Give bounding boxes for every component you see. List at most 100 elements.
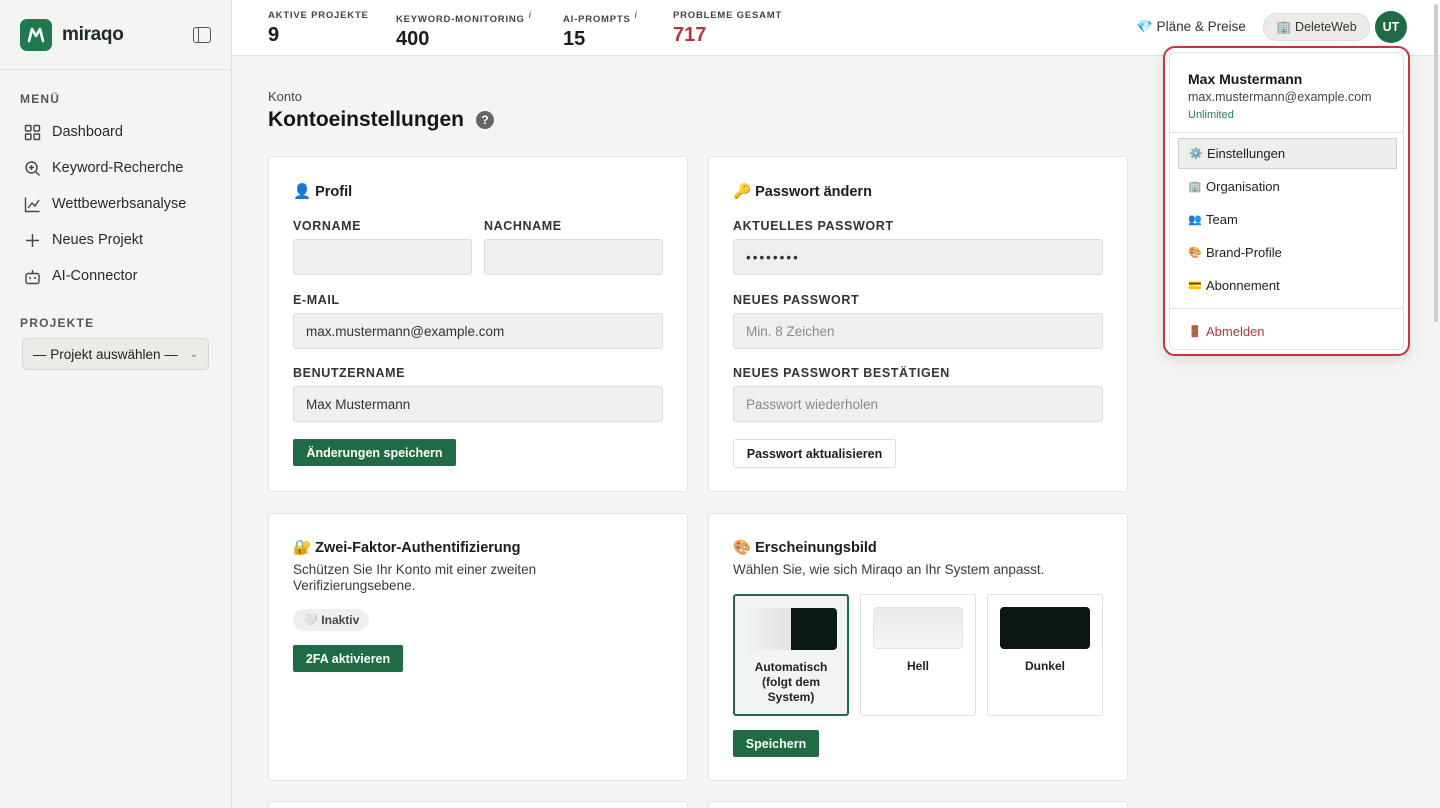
brand-name[interactable]: miraqo	[62, 24, 124, 46]
menu-item-brand-profile[interactable]: 🎨 Brand-Profile	[1178, 237, 1397, 268]
appearance-card: 🎨 Erscheinungsbild Wählen Sie, wie sich …	[708, 513, 1128, 781]
menu-item-label: Organisation	[1206, 179, 1280, 194]
theme-option-light[interactable]: Hell	[860, 594, 976, 716]
theme-option-label: Automatisch (folgt dem System)	[754, 660, 828, 704]
door-icon: 🚪	[1188, 326, 1202, 338]
building-icon: 🏢	[1188, 181, 1202, 193]
sidebar: miraqo MENÜ Dashboard Keyword-Recherche …	[0, 0, 232, 808]
firstname-field[interactable]	[293, 239, 472, 275]
theme-option-label: Hell	[906, 659, 929, 673]
appearance-card-title: 🎨 Erscheinungsbild	[733, 540, 877, 556]
current-password-label: AKTUELLES PASSWORT	[733, 219, 894, 233]
project-select[interactable]: — Projekt auswählen — ⌄	[22, 338, 209, 370]
info-icon[interactable]: i	[529, 10, 532, 21]
stat-value: 9	[268, 24, 280, 46]
stat-ai-prompts: AI-PROMPTS i 15	[563, 10, 638, 51]
theme-light-swatch	[873, 607, 963, 649]
username-field[interactable]: Max Mustermann	[293, 386, 663, 422]
user-menu-dropdown: Max Mustermann max.mustermann@example.co…	[1163, 46, 1410, 356]
status-badge: 🤍 Inaktiv	[293, 609, 370, 631]
projects-section-label: PROJEKTE	[20, 316, 95, 330]
activate-2fa-button[interactable]: 2FA aktivieren	[293, 645, 403, 672]
menu-item-label: Einstellungen	[1207, 146, 1286, 161]
sidebar-toggle-icon[interactable]	[193, 26, 211, 43]
confirm-password-label: NEUES PASSWORT BESTÄTIGEN	[733, 366, 950, 380]
menu-item-team[interactable]: 👥 Team	[1178, 204, 1397, 235]
twofa-card-title: 🔐 Zwei-Faktor-Authentifizierung	[293, 540, 521, 556]
theme-option-dark[interactable]: Dunkel	[987, 594, 1103, 716]
menu-item-label: Abmelden	[1206, 324, 1265, 339]
sidebar-item-wettbewerbsanalyse[interactable]: Wettbewerbsanalyse	[0, 186, 231, 222]
firstname-label: VORNAME	[293, 219, 362, 233]
email-field[interactable]: max.mustermann@example.com	[293, 313, 663, 349]
sidebar-item-label: Neues Projekt	[52, 232, 144, 248]
menu-item-label: Abonnement	[1206, 278, 1280, 293]
miraqo-logo-icon[interactable]	[20, 18, 52, 51]
additional-card	[708, 801, 1128, 808]
sidebar-item-label: Wettbewerbsanalyse	[52, 196, 187, 212]
organization-switcher[interactable]: 🏢 DeleteWeb	[1263, 13, 1370, 41]
chevron-down-icon: ⌄	[189, 348, 198, 360]
email-label: E-MAIL	[293, 293, 340, 307]
stat-value: 400	[396, 28, 430, 51]
breadcrumb[interactable]: Konto	[268, 89, 302, 104]
twofa-description: Schützen Sie Ihr Konto mit einer zweiten…	[293, 562, 537, 593]
page-scrollbar[interactable]	[1432, 0, 1440, 808]
stat-label: AI-PROMPTS i	[563, 10, 638, 26]
search-plus-icon	[25, 160, 40, 176]
current-password-field[interactable]: ••••••••	[733, 239, 1103, 275]
user-email: max.mustermann@example.com	[1188, 90, 1372, 104]
twofa-card: 🔐 Zwei-Faktor-Authentifizierung Schützen…	[268, 513, 688, 781]
plans-pricing-link[interactable]: 💎 Pläne & Preise	[1136, 19, 1246, 35]
sidebar-nav: Dashboard Keyword-Recherche Wettbewerbsa…	[0, 114, 231, 294]
user-name: Max Mustermann	[1188, 71, 1303, 87]
stat-value: 15	[563, 28, 586, 51]
info-icon[interactable]: i	[635, 10, 638, 21]
sidebar-item-dashboard[interactable]: Dashboard	[0, 114, 231, 150]
menu-item-label: Team	[1206, 212, 1238, 227]
sidebar-item-label: Keyword-Recherche	[52, 160, 184, 176]
menu-item-abonnement[interactable]: 💳 Abonnement	[1178, 270, 1397, 301]
stat-problems-total: PROBLEME GESAMT 717	[673, 10, 782, 47]
user-menu-panel: Max Mustermann max.mustermann@example.co…	[1169, 52, 1404, 350]
robot-icon	[25, 269, 40, 284]
divider	[1170, 132, 1403, 133]
credit-card-icon: 💳	[1188, 280, 1202, 292]
page-title: Kontoeinstellungen ?	[268, 108, 494, 132]
user-plan: Unlimited	[1188, 109, 1234, 121]
stat-label: KEYWORD-MONITORING i	[396, 10, 532, 26]
gear-icon: ⚙️	[1189, 148, 1203, 160]
avatar[interactable]: UT	[1375, 11, 1407, 43]
grid-icon	[24, 124, 41, 140]
logout-button[interactable]: 🚪 Abmelden	[1178, 316, 1397, 347]
password-card: 🔑 Passwort ändern AKTUELLES PASSWORT •••…	[708, 156, 1128, 492]
save-profile-button[interactable]: Änderungen speichern	[293, 439, 456, 466]
sidebar-item-keyword-recherche[interactable]: Keyword-Recherche	[0, 150, 231, 186]
theme-option-auto[interactable]: Automatisch (folgt dem System)	[733, 594, 849, 716]
additional-card	[268, 801, 688, 808]
project-select-value: — Projekt auswählen —	[33, 346, 178, 362]
stat-label: PROBLEME GESAMT	[673, 10, 783, 21]
appearance-description: Wählen Sie, wie sich Miraqo an Ihr Syste…	[733, 562, 1045, 577]
profile-card-title: 👤 Profil	[293, 184, 353, 200]
save-appearance-button[interactable]: Speichern	[733, 730, 819, 757]
menu-item-organisation[interactable]: 🏢 Organisation	[1178, 171, 1397, 202]
stat-value: 717	[673, 24, 707, 46]
sidebar-item-ai-connector[interactable]: AI-Connector	[0, 258, 231, 294]
lastname-field[interactable]	[484, 239, 663, 275]
help-icon[interactable]: ?	[476, 111, 494, 129]
theme-dark-swatch	[1000, 607, 1090, 649]
password-card-title: 🔑 Passwort ändern	[733, 184, 872, 200]
new-password-field[interactable]: Min. 8 Zeichen	[733, 313, 1103, 349]
lastname-label: NACHNAME	[484, 219, 562, 233]
stat-active-projects: AKTIVE PROJEKTE 9	[268, 10, 369, 47]
profile-card: 👤 Profil VORNAME NACHNAME E-MAIL max.mus…	[268, 156, 688, 492]
menu-item-label: Brand-Profile	[1206, 245, 1282, 260]
stat-label: AKTIVE PROJEKTE	[268, 10, 369, 21]
confirm-password-field[interactable]: Passwort wiederholen	[733, 386, 1103, 422]
sidebar-item-neues-projekt[interactable]: Neues Projekt	[0, 222, 231, 258]
update-password-button[interactable]: Passwort aktualisieren	[733, 439, 896, 468]
menu-item-einstellungen[interactable]: ⚙️ Einstellungen	[1178, 138, 1397, 169]
scrollbar-thumb[interactable]	[1434, 4, 1438, 322]
plus-icon	[26, 233, 39, 247]
